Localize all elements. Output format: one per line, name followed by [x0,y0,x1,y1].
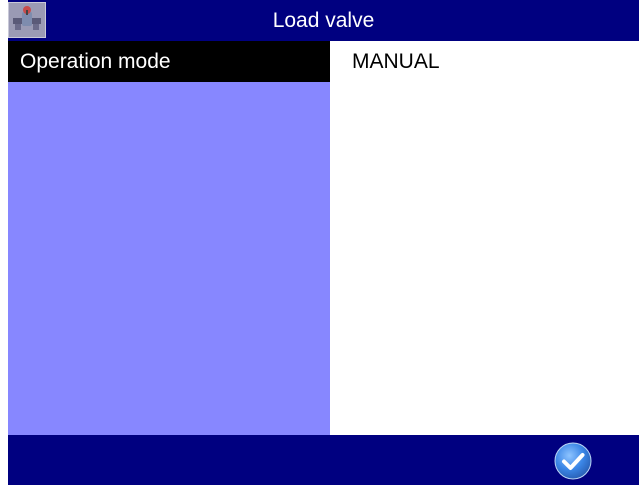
title-bar: Load valve [8,0,639,41]
bottom-bar [8,435,639,485]
parameter-label-column [8,41,330,435]
parameter-value[interactable]: MANUAL [330,41,639,82]
checkmark-icon [554,442,592,480]
confirm-button[interactable] [553,441,593,481]
parameter-value-column [330,41,639,435]
parameter-list: Operation mode MANUAL [8,41,639,435]
parameter-label[interactable]: Operation mode [8,41,330,82]
device-screen: Load valve Operation mode MANUAL [8,0,639,485]
parameter-row-operation-mode[interactable]: Operation mode MANUAL [8,41,639,82]
screen-title: Load valve [272,9,375,32]
